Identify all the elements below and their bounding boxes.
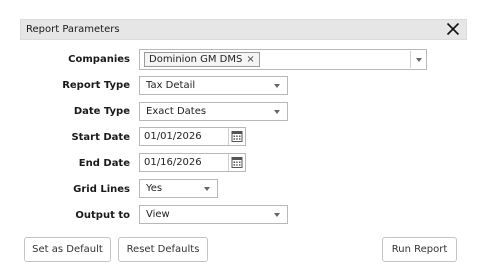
chevron-down-icon[interactable] <box>416 58 422 62</box>
grid-lines-value: Yes <box>146 183 163 194</box>
report-type-value: Tax Detail <box>146 80 196 91</box>
chevron-down-icon <box>274 213 280 217</box>
companies-multiselect[interactable]: Dominion GM DMS × <box>139 49 427 70</box>
report-parameters-dialog: Report Parameters Companies Dominion GM … <box>0 0 483 271</box>
grid-lines-label: Grid Lines <box>73 184 130 195</box>
start-date-label: Start Date <box>71 132 130 143</box>
run-report-button[interactable]: Run Report <box>382 237 457 262</box>
start-date-field <box>139 127 246 146</box>
calendar-icon[interactable] <box>228 154 245 171</box>
date-type-value: Exact Dates <box>146 106 207 117</box>
chevron-down-icon <box>204 187 210 191</box>
grid-lines-select[interactable]: Yes <box>139 179 218 198</box>
company-chip-label: Dominion GM DMS <box>149 54 243 65</box>
dialog-title: Report Parameters <box>26 24 120 35</box>
close-icon[interactable] <box>445 21 461 37</box>
chevron-down-icon <box>274 84 280 88</box>
output-to-value: View <box>146 209 170 220</box>
reset-defaults-button[interactable]: Reset Defaults <box>118 237 208 262</box>
remove-chip-icon[interactable]: × <box>246 54 254 65</box>
companies-label: Companies <box>68 54 130 65</box>
dialog-titlebar: Report Parameters <box>20 19 467 40</box>
company-chip: Dominion GM DMS × <box>144 52 260 67</box>
multiselect-divider <box>410 51 411 68</box>
end-date-input[interactable] <box>140 154 232 171</box>
set-as-default-button[interactable]: Set as Default <box>24 237 111 262</box>
end-date-field <box>139 153 246 172</box>
calendar-icon[interactable] <box>228 128 245 145</box>
report-type-select[interactable]: Tax Detail <box>139 76 288 95</box>
end-date-label: End Date <box>78 158 130 169</box>
output-to-label: Output to <box>75 210 130 221</box>
chevron-down-icon <box>274 110 280 114</box>
report-type-label: Report Type <box>62 80 130 91</box>
start-date-input[interactable] <box>140 128 232 145</box>
date-type-select[interactable]: Exact Dates <box>139 102 288 121</box>
date-type-label: Date Type <box>73 106 130 117</box>
output-to-select[interactable]: View <box>139 205 288 224</box>
